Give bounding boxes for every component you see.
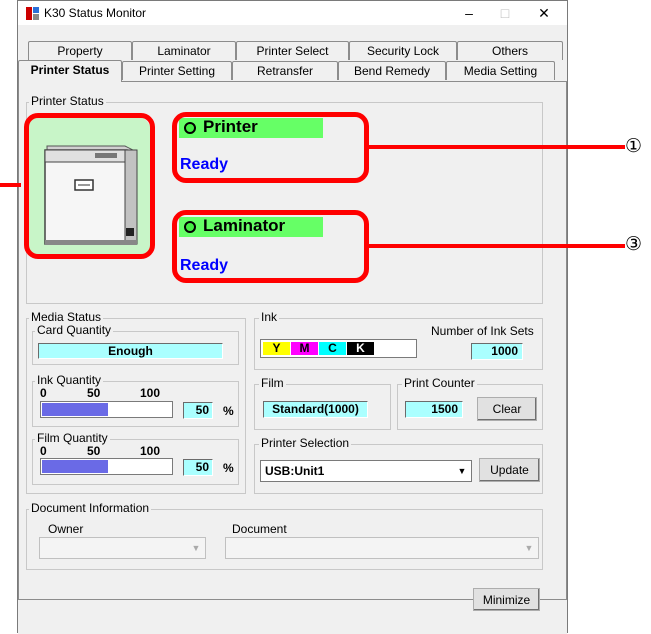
chevron-down-icon[interactable]: ▼ (521, 539, 537, 557)
ink-quantity-bar (40, 401, 173, 418)
minimize-window-button[interactable]: – (451, 1, 487, 25)
ink-quantity-bar-fill (42, 403, 108, 416)
ink-group-label: Ink (259, 310, 280, 324)
film-quantity-bar (40, 458, 173, 475)
film-percent-sign: % (223, 461, 234, 475)
tab-printer-select[interactable]: Printer Select (236, 41, 349, 60)
document-dropdown[interactable]: ▼ (225, 537, 539, 559)
ink-magenta: M (291, 342, 318, 355)
tab-printer-status[interactable]: Printer Status (18, 60, 122, 82)
card-quantity-label: Card Quantity (35, 323, 114, 337)
minimize-button[interactable]: Minimize (473, 588, 540, 611)
owner-dropdown[interactable]: ▼ (39, 537, 206, 559)
film-value: Standard(1000) (263, 401, 368, 418)
document-information-group-label: Document Information (29, 501, 152, 515)
ink-percent-sign: % (223, 404, 234, 418)
annotation-box-printer (172, 112, 369, 183)
ink-sets-value: 1000 (471, 343, 523, 360)
ink-black: K (347, 342, 374, 355)
print-counter-group-label: Print Counter (402, 376, 477, 390)
tab-printer-setting[interactable]: Printer Setting (122, 61, 232, 80)
chevron-down-icon[interactable]: ▼ (188, 539, 204, 557)
printer-status-group-label: Printer Status (29, 94, 106, 108)
tab-security-lock[interactable]: Security Lock (349, 41, 457, 60)
media-status-group-label: Media Status (29, 310, 104, 324)
ink-scale-0: 0 (40, 386, 47, 400)
printer-selection-value: USB:Unit1 (265, 464, 325, 478)
chevron-down-icon[interactable]: ▼ (454, 462, 470, 480)
title-bar[interactable]: K30 Status Monitor – □ ✕ (18, 1, 567, 25)
app-icon (26, 7, 39, 20)
film-scale-0: 0 (40, 444, 47, 458)
ink-cyan: C (319, 342, 346, 355)
film-group-label: Film (259, 376, 286, 390)
tab-laminator[interactable]: Laminator (132, 41, 236, 60)
film-quantity-percent: 50 (183, 459, 213, 476)
annotation-box-laminator (172, 210, 369, 283)
tab-others[interactable]: Others (457, 41, 563, 60)
annotation-line-left (0, 183, 21, 187)
ink-quantity-label: Ink Quantity (35, 373, 104, 387)
callout-laminator: ③ (625, 233, 643, 255)
owner-label: Owner (48, 522, 84, 536)
tab-media-setting[interactable]: Media Setting (446, 61, 555, 80)
annotation-line-laminator (369, 244, 625, 248)
printer-selection-group-label: Printer Selection (259, 436, 352, 450)
window-title: K30 Status Monitor (44, 6, 147, 20)
tab-property[interactable]: Property (28, 41, 132, 60)
tab-retransfer[interactable]: Retransfer (232, 61, 338, 80)
printer-status-panel: Printer Status Printer Ready ① Laminator… (0, 81, 642, 600)
printer-selection-dropdown[interactable]: USB:Unit1 ▼ (260, 460, 472, 482)
annotation-line-printer (369, 145, 625, 149)
callout-printer: ① (625, 135, 643, 157)
app-window: K30 Status Monitor – □ ✕ Property Lamina… (0, 0, 642, 634)
document-label: Document (232, 522, 287, 536)
ink-scale-100: 100 (140, 386, 161, 400)
tab-bend-remedy[interactable]: Bend Remedy (338, 61, 446, 80)
close-window-button[interactable]: ✕ (526, 1, 562, 25)
card-quantity-value: Enough (38, 343, 223, 359)
film-scale-100: 100 (140, 444, 161, 458)
update-button[interactable]: Update (479, 458, 540, 482)
film-quantity-label: Film Quantity (35, 431, 110, 445)
ink-colors-strip: Y M C K (260, 339, 417, 358)
ink-sets-label: Number of Ink Sets (431, 324, 534, 338)
film-scale-50: 50 (87, 444, 101, 458)
print-counter-value: 1500 (405, 401, 463, 418)
client-area: Property Laminator Printer Select Securi… (0, 25, 642, 634)
film-quantity-bar-fill (42, 460, 108, 473)
ink-yellow: Y (263, 342, 290, 355)
clear-button[interactable]: Clear (477, 397, 537, 421)
annotation-box-printer-image (24, 113, 155, 259)
maximize-window-button[interactable]: □ (487, 1, 523, 25)
ink-scale-50: 50 (87, 386, 101, 400)
ink-quantity-percent: 50 (183, 402, 213, 419)
